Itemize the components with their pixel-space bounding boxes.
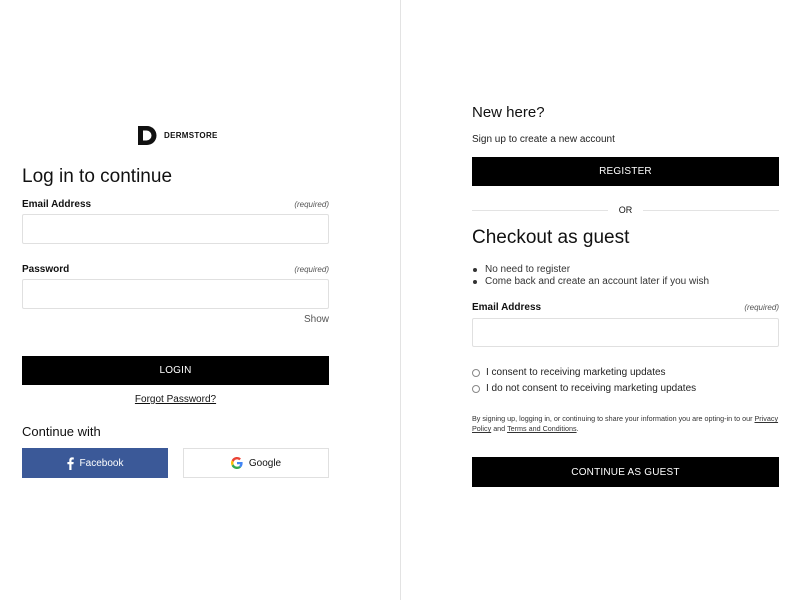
brand-name: DERMSTORE <box>164 131 218 140</box>
guest-email-label: Email Address <box>472 302 542 313</box>
google-button-label: Google <box>248 457 282 469</box>
forgot-password-link[interactable]: Forgot Password? <box>22 394 329 405</box>
brand-logo[interactable]: DERMSTORE <box>138 126 218 145</box>
email-required-note: (required) <box>294 200 329 209</box>
consent-no-radio[interactable] <box>472 384 480 393</box>
list-item: No need to register <box>472 264 709 276</box>
facebook-icon <box>66 456 74 470</box>
facebook-login-button[interactable]: Facebook <box>22 448 168 478</box>
consent-yes-radio[interactable] <box>472 368 480 377</box>
password-required-note: (required) <box>294 265 329 274</box>
register-guest-panel: New here? Sign up to create a new accoun… <box>472 0 779 600</box>
legal-suffix: . <box>576 424 579 433</box>
email-label: Email Address <box>22 199 92 210</box>
guest-email-required-note: (required) <box>744 303 779 312</box>
list-item: Come back and create an account later if… <box>472 276 709 288</box>
guest-benefits-list: No need to register Come back and create… <box>472 264 709 288</box>
guest-email-input[interactable] <box>472 318 779 347</box>
login-email-input[interactable] <box>22 214 329 244</box>
google-login-button[interactable]: Google <box>183 448 329 478</box>
column-divider <box>400 0 401 600</box>
login-panel: DERMSTORE Log in to continue Email Addre… <box>22 0 329 600</box>
continue-as-guest-button[interactable]: CONTINUE AS GUEST <box>472 457 779 487</box>
register-subtitle: Sign up to create a new account <box>472 134 615 145</box>
or-separator: OR <box>472 205 779 217</box>
guest-title: Checkout as guest <box>472 227 630 248</box>
or-text: OR <box>618 205 633 215</box>
login-title: Log in to continue <box>22 166 173 187</box>
consent-no-option[interactable]: I do not consent to receiving marketing … <box>472 383 696 394</box>
login-password-input[interactable] <box>22 279 329 309</box>
legal-prefix: By signing up, logging in, or continuing… <box>472 414 753 423</box>
consent-no-label: I do not consent to receiving marketing … <box>486 383 697 394</box>
register-title: New here? <box>472 104 545 121</box>
terms-link[interactable]: Terms and Conditions <box>507 424 577 433</box>
google-icon <box>230 457 243 469</box>
consent-yes-option[interactable]: I consent to receiving marketing updates <box>472 367 666 378</box>
register-button[interactable]: REGISTER <box>472 157 779 186</box>
consent-yes-label: I consent to receiving marketing updates <box>486 367 666 378</box>
login-button[interactable]: LOGIN <box>22 356 329 385</box>
continue-with-heading: Continue with <box>22 424 101 439</box>
legal-and: and <box>493 424 506 433</box>
facebook-button-label: Facebook <box>79 457 124 469</box>
password-label: Password <box>22 264 70 275</box>
dermstore-d-icon <box>138 126 157 145</box>
show-password-toggle[interactable]: Show <box>304 314 329 325</box>
legal-notice: By signing up, logging in, or continuing… <box>472 414 779 434</box>
